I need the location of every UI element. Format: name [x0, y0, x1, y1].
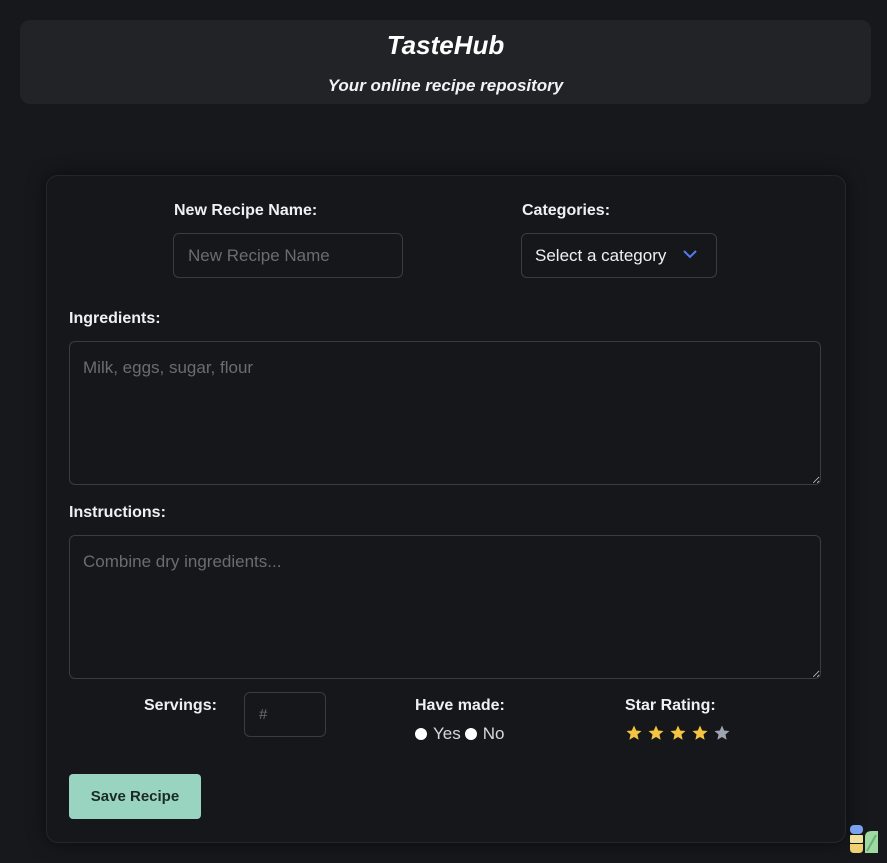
app-logo-icon[interactable]: [848, 823, 880, 855]
star-filled-icon[interactable]: [647, 724, 665, 742]
star-rating-label: Star Rating:: [625, 697, 716, 714]
category-select[interactable]: Select a category: [521, 233, 717, 278]
app-header: TasteHub Your online recipe repository: [20, 20, 871, 104]
servings-label: Servings:: [144, 697, 217, 714]
ingredients-textarea[interactable]: [69, 341, 821, 485]
instructions-label: Instructions:: [69, 504, 166, 521]
recipe-name-label: New Recipe Name:: [174, 202, 318, 219]
star-filled-icon[interactable]: [625, 724, 643, 742]
recipe-name-input[interactable]: [173, 233, 403, 278]
servings-input[interactable]: [244, 692, 326, 737]
star-empty-icon[interactable]: [713, 724, 731, 742]
have-made-yes-label: Yes: [433, 724, 461, 743]
have-made-no-label: No: [482, 724, 505, 743]
have-made-label: Have made:: [415, 697, 505, 714]
instructions-textarea[interactable]: [69, 535, 821, 679]
have-made-yes-radio[interactable]: [415, 728, 427, 740]
chevron-down-icon: [683, 250, 697, 259]
category-select-value: Select a category: [535, 245, 667, 265]
have-made-no-radio[interactable]: [464, 728, 477, 740]
star-filled-icon[interactable]: [669, 724, 687, 742]
have-made-options: Yes No: [415, 724, 508, 744]
star-filled-icon[interactable]: [691, 724, 709, 742]
ingredients-label: Ingredients:: [69, 310, 161, 327]
star-rating: [625, 724, 735, 742]
app-title: TasteHub: [386, 30, 505, 60]
app-subtitle: Your online recipe repository: [327, 76, 564, 95]
save-recipe-button[interactable]: Save Recipe: [69, 774, 201, 819]
categories-label: Categories:: [522, 202, 611, 219]
recipe-form-card: New Recipe Name: Categories: Select a ca…: [46, 175, 846, 843]
